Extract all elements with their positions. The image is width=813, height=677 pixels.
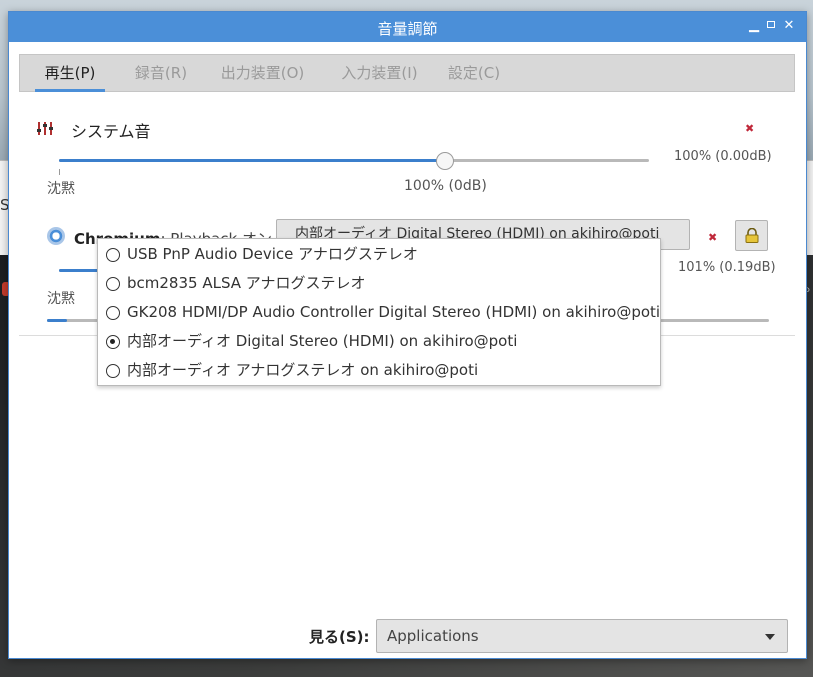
mute-toggle-icon[interactable]: ✖ — [745, 122, 754, 135]
radio-icon — [106, 306, 120, 320]
device-option[interactable]: GK208 HDMI/DP Audio Controller Digital S… — [106, 298, 660, 327]
tab-input-devices[interactable]: 入力装置(I) — [332, 55, 427, 91]
radio-selected-icon — [106, 335, 120, 349]
maximize-button[interactable] — [764, 19, 778, 33]
chromium-icon — [47, 227, 65, 245]
radio-icon — [106, 364, 120, 378]
minimize-button[interactable]: ▁ — [747, 19, 761, 33]
tab-playback[interactable]: 再生(P) — [35, 55, 105, 92]
radio-icon — [106, 277, 120, 291]
window-title: 音量調節 — [377, 20, 438, 38]
tab-recording[interactable]: 録音(R) — [126, 55, 196, 91]
title-bar[interactable]: 音量調節 ▁ ✕ — [9, 12, 806, 42]
maximize-icon — [767, 21, 775, 28]
system-center-label: 100% (0dB) — [404, 178, 487, 194]
output-device-menu: USB PnP Audio Device アナログステレオ bcm2835 AL… — [97, 238, 661, 386]
stream-mute-toggle-icon[interactable]: ✖ — [708, 231, 717, 244]
device-option[interactable]: USB PnP Audio Device アナログステレオ — [106, 240, 654, 269]
stream-volume-slider[interactable] — [59, 269, 99, 272]
device-option-selected[interactable]: 内部オーディオ Digital Stereo (HDMI) on akihiro… — [106, 327, 654, 356]
stream-mute-label: 沈黙 — [47, 291, 75, 307]
device-option[interactable]: 内部オーディオ アナログステレオ on akihiro@poti — [106, 356, 654, 385]
radio-icon — [106, 248, 120, 262]
lock-channels-button[interactable] — [735, 220, 768, 251]
chevron-down-icon — [765, 634, 775, 640]
close-button[interactable]: ✕ — [782, 19, 796, 33]
system-sound-label: システム音 — [71, 122, 151, 141]
system-volume-handle[interactable] — [436, 152, 454, 170]
system-volume-slider[interactable] — [59, 159, 649, 162]
tab-bar: 再生(P) 録音(R) 出力装置(O) 入力装置(I) 設定(C) — [19, 54, 795, 92]
system-volume-fill — [59, 159, 445, 162]
lock-icon — [745, 228, 759, 243]
tab-settings[interactable]: 設定(C) — [444, 55, 504, 91]
stream-volume-value: 101% (0.19dB) — [678, 260, 776, 275]
view-select[interactable]: Applications — [376, 619, 788, 653]
device-option[interactable]: bcm2835 ALSA アナログステレオ — [106, 269, 654, 298]
equalizer-icon — [37, 122, 53, 135]
tab-output-devices[interactable]: 出力装置(O) — [215, 55, 310, 91]
view-label: 見る(S): — [309, 628, 370, 646]
system-mute-label: 沈黙 — [47, 181, 75, 197]
system-volume-value: 100% (0.00dB) — [674, 149, 772, 164]
